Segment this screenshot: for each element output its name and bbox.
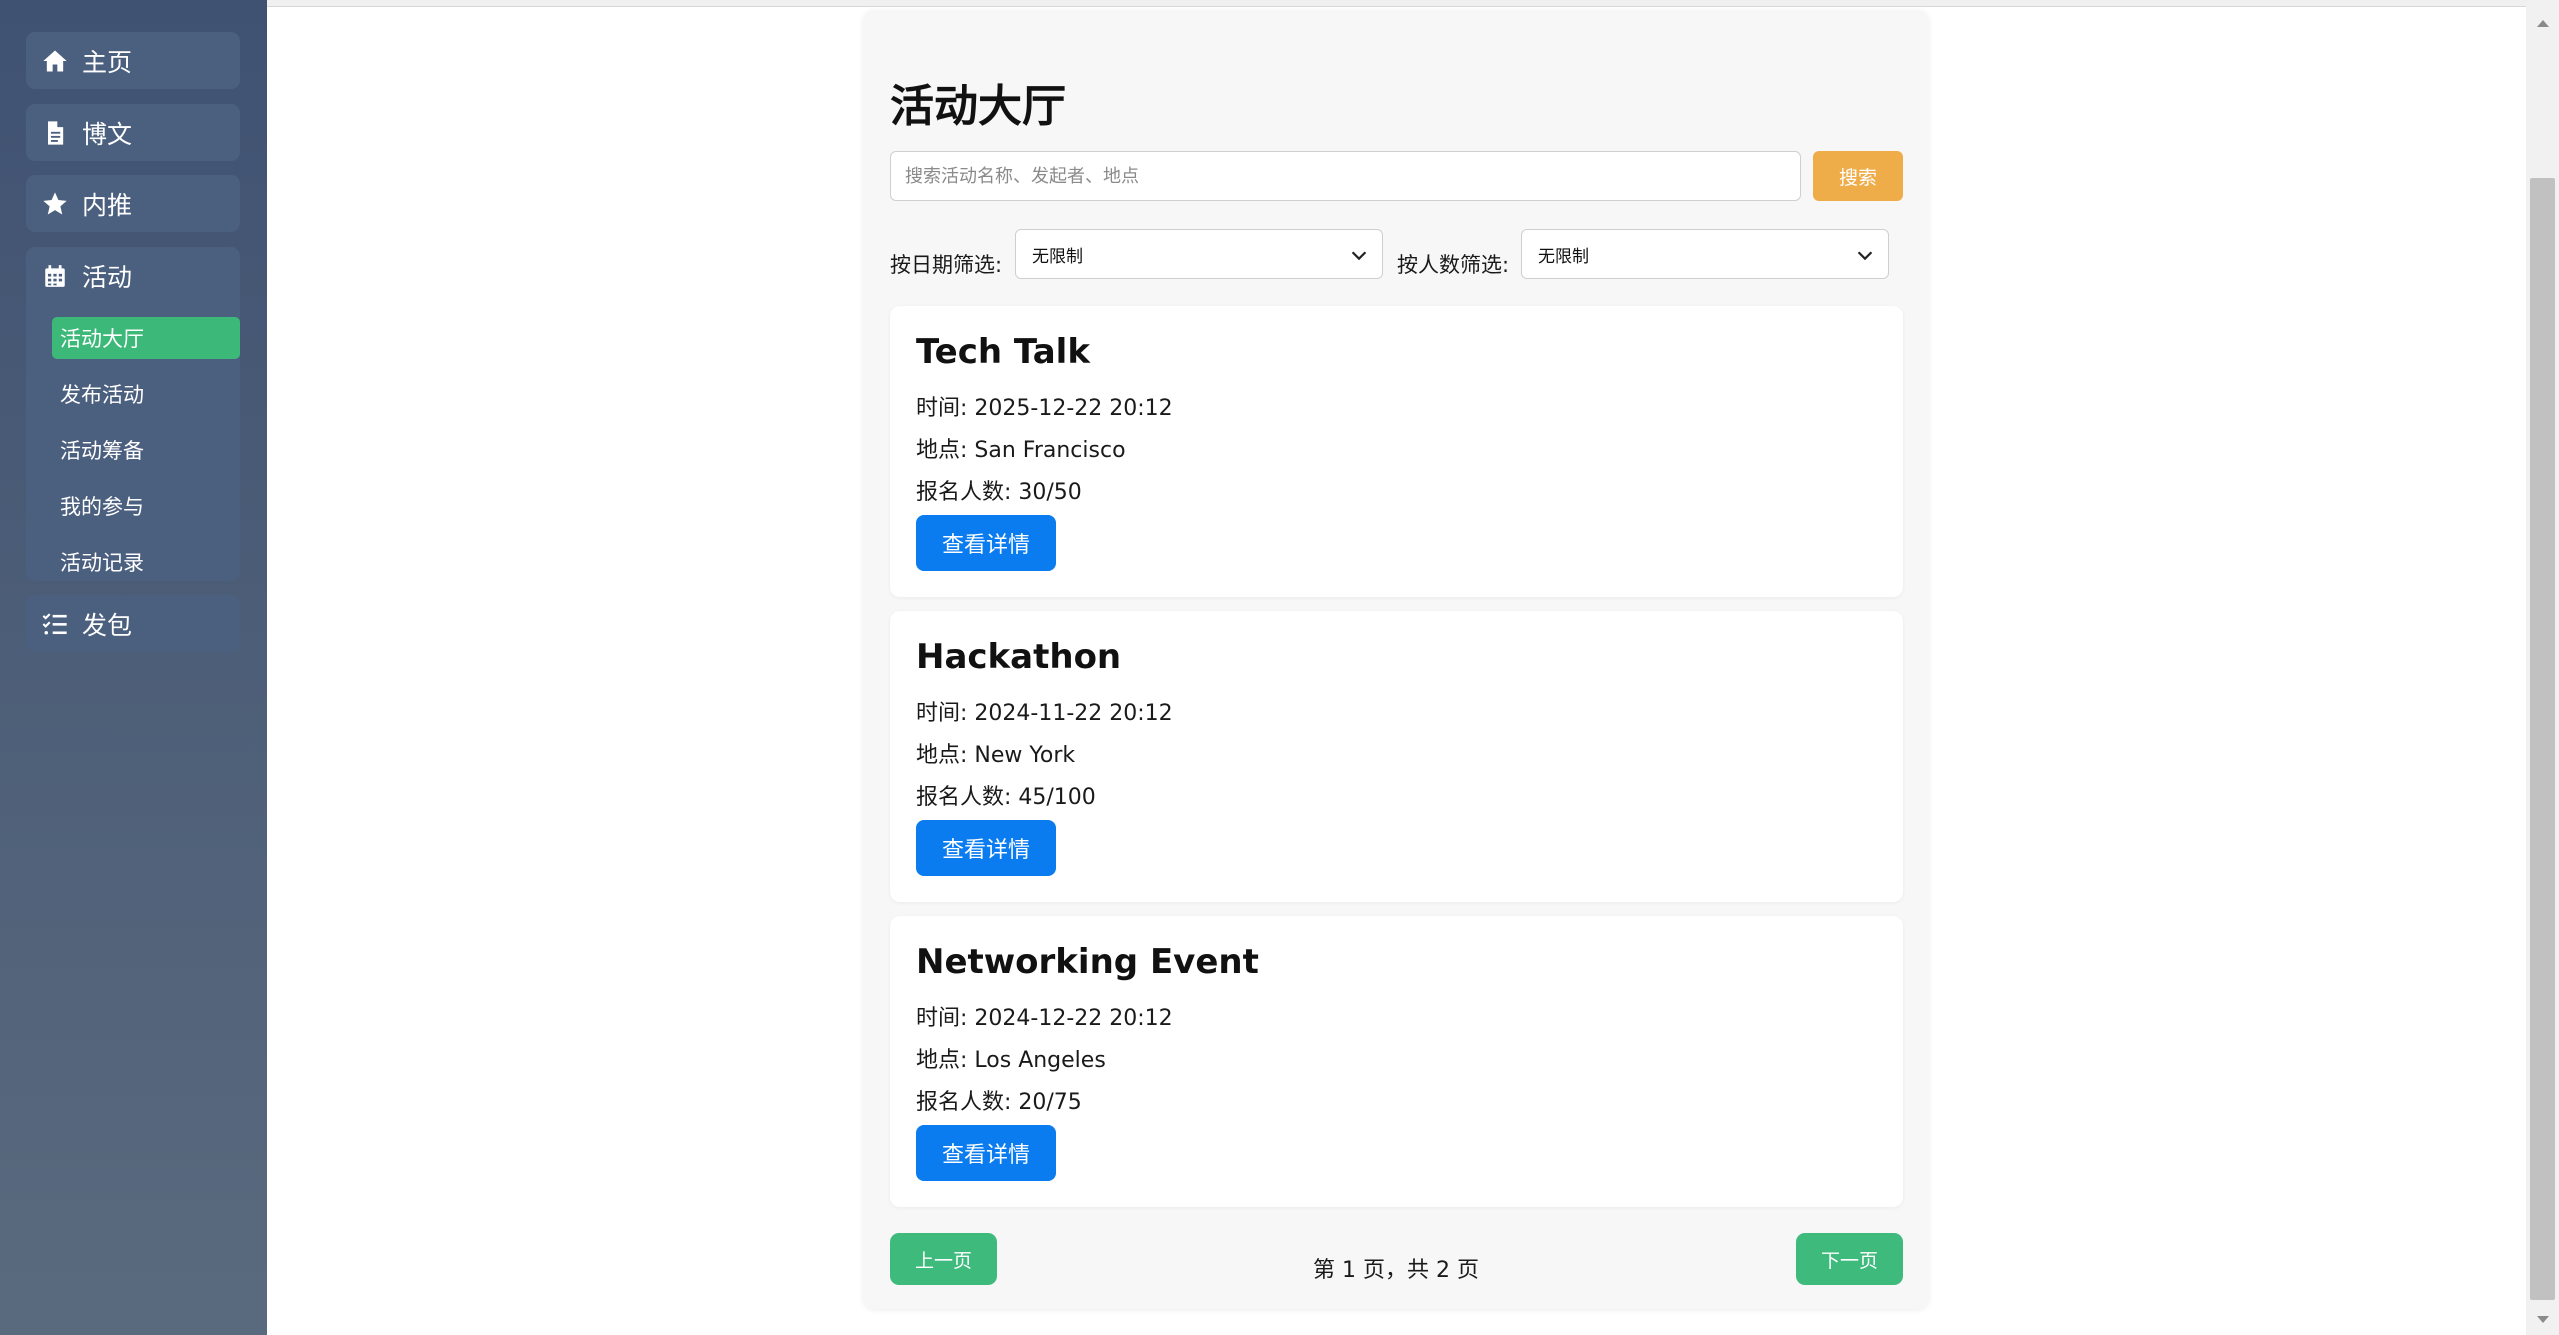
date-filter-select[interactable]: 无限制 <box>1015 229 1383 279</box>
document-icon <box>40 118 70 148</box>
people-filter-label: 按人数筛选: <box>1397 253 1510 277</box>
sidebar-item-activity[interactable]: 活动 <box>26 247 240 304</box>
event-location: 地点: New York <box>916 743 1076 768</box>
date-filter-label: 按日期筛选: <box>890 253 1003 277</box>
sidebar-item-package[interactable]: 发包 <box>26 595 240 652</box>
sidebar: 主页 博文 内推 活动 活动大厅 发布活动 活动筹备 我的参与 活动记录 发包 <box>0 0 267 1335</box>
scroll-down-arrow-icon[interactable] <box>2526 1305 2559 1335</box>
event-title: Networking Event <box>916 942 1259 982</box>
scrollbar-thumb[interactable] <box>2530 178 2555 1300</box>
sidebar-subitem-activity-records[interactable]: 活动记录 <box>52 541 240 583</box>
calendar-icon <box>40 261 70 291</box>
view-details-button[interactable]: 查看详情 <box>916 1125 1056 1181</box>
people-filter-value: 无限制 <box>1538 246 1589 267</box>
vertical-scrollbar[interactable] <box>2526 0 2559 1335</box>
page-info: 第 1 页，共 2 页 <box>1313 1258 1479 1283</box>
search-button[interactable]: 搜索 <box>1813 151 1903 201</box>
view-details-button[interactable]: 查看详情 <box>916 820 1056 876</box>
sidebar-subitem-publish-activity[interactable]: 发布活动 <box>52 373 240 415</box>
chevron-down-icon <box>1854 244 1876 266</box>
sidebar-item-referral[interactable]: 内推 <box>26 175 240 232</box>
event-title: Hackathon <box>916 637 1122 677</box>
view-details-button[interactable]: 查看详情 <box>916 515 1056 571</box>
top-border <box>0 0 2526 7</box>
sidebar-item-blog[interactable]: 博文 <box>26 104 240 161</box>
event-title: Tech Talk <box>916 332 1090 372</box>
event-signups: 报名人数: 20/75 <box>916 1090 1082 1115</box>
scroll-up-arrow-icon[interactable] <box>2526 8 2559 38</box>
chevron-down-icon <box>1348 244 1370 266</box>
sidebar-item-home[interactable]: 主页 <box>26 32 240 89</box>
search-input[interactable] <box>890 151 1801 201</box>
sidebar-item-label: 发包 <box>82 610 133 640</box>
event-card: Hackathon 时间: 2024-11-22 20:12 地点: New Y… <box>890 611 1903 902</box>
next-page-button[interactable]: 下一页 <box>1796 1233 1903 1285</box>
event-time: 时间: 2024-12-22 20:12 <box>916 1006 1173 1031</box>
event-card: Networking Event 时间: 2024-12-22 20:12 地点… <box>890 916 1903 1207</box>
sidebar-item-label: 内推 <box>82 190 133 220</box>
page-title: 活动大厅 <box>890 81 1066 132</box>
sidebar-subitem-activity-hall[interactable]: 活动大厅 <box>52 317 240 359</box>
event-card: Tech Talk 时间: 2025-12-22 20:12 地点: San F… <box>890 306 1903 597</box>
sidebar-subitem-my-participation[interactable]: 我的参与 <box>52 485 240 527</box>
star-icon <box>40 189 70 219</box>
people-filter-select[interactable]: 无限制 <box>1521 229 1889 279</box>
event-time: 时间: 2024-11-22 20:12 <box>916 701 1173 726</box>
activity-hall-panel: 活动大厅 搜索 按日期筛选: 无限制 按人数筛选: 无限制 Tech Talk … <box>863 10 1929 1309</box>
sidebar-item-label: 活动 <box>82 262 133 292</box>
home-icon <box>40 46 70 76</box>
checklist-icon <box>40 609 70 639</box>
event-time: 时间: 2025-12-22 20:12 <box>916 396 1173 421</box>
event-signups: 报名人数: 45/100 <box>916 785 1096 810</box>
event-location: 地点: San Francisco <box>916 438 1126 463</box>
sidebar-item-label: 博文 <box>82 119 133 149</box>
sidebar-group-activity: 活动 活动大厅 发布活动 活动筹备 我的参与 活动记录 <box>26 247 240 581</box>
date-filter-value: 无限制 <box>1032 246 1083 267</box>
event-signups: 报名人数: 30/50 <box>916 480 1082 505</box>
sidebar-item-label: 主页 <box>82 47 133 77</box>
event-location: 地点: Los Angeles <box>916 1048 1106 1073</box>
sidebar-subitem-activity-prep[interactable]: 活动筹备 <box>52 429 240 471</box>
